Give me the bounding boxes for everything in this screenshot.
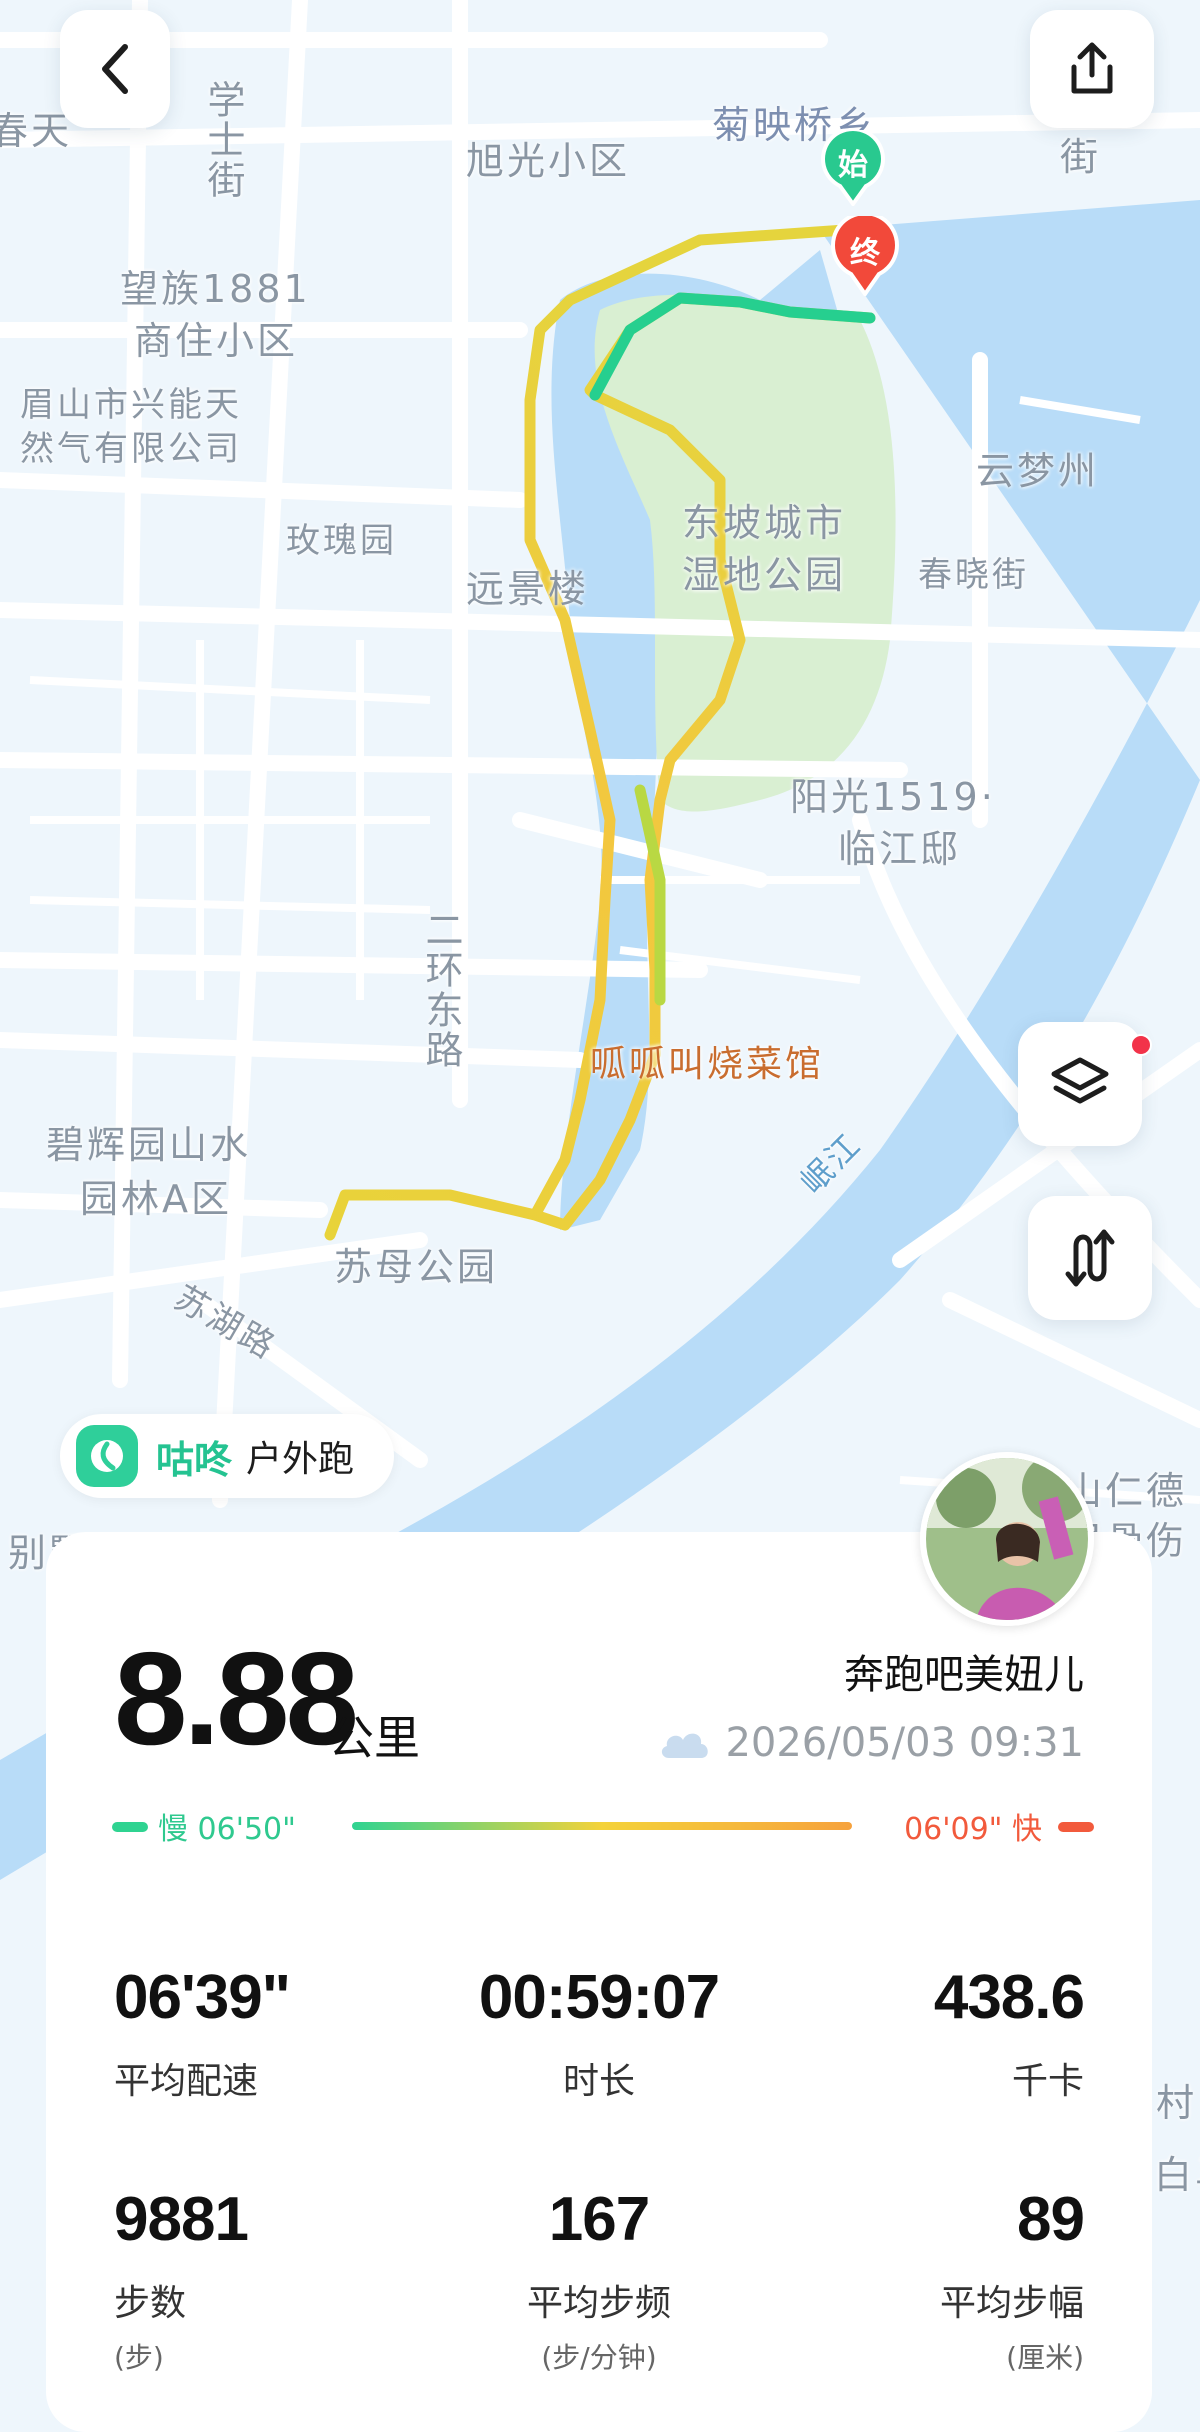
brand-name: 咕咚 — [156, 1437, 233, 1482]
stat-cadence: 167 平均步频 (步/分钟) — [449, 2184, 749, 2376]
map-label: 商住小区 — [134, 319, 299, 363]
map-label: 临江邸 — [838, 827, 962, 871]
map-label: 春天 — [0, 109, 73, 153]
pace-slow-label: 慢 06'50" — [158, 1812, 296, 1847]
distance-value: 8.88 — [114, 1625, 359, 1772]
map-label: 村 — [1156, 2081, 1198, 2125]
stat-value: 9881 — [114, 2185, 249, 2254]
datetime: 2026/05/03 09:31 — [725, 1720, 1084, 1766]
stat-label: 千卡 — [1011, 2061, 1084, 2102]
stat-value: 438.6 — [933, 1963, 1085, 2032]
map-label: 二环东路 — [419, 910, 463, 1070]
brand-badge: 咕咚 户外跑 — [60, 1414, 395, 1498]
map-label: 玫瑰园 — [286, 521, 397, 561]
activity-type: 户外跑 — [246, 1439, 355, 1480]
stat-value: 167 — [548, 2185, 650, 2254]
stat-stride: 89 平均步幅 (厘米) — [784, 2184, 1085, 2376]
distance-unit: 公里 — [328, 1711, 420, 1765]
stat-steps: 9881 步数 (步) — [114, 2184, 414, 2376]
stat-label: 步数 — [114, 2283, 187, 2324]
share-button[interactable] — [1030, 10, 1154, 128]
map-label: 然气有限公司 — [20, 429, 242, 469]
stat-unit: (步/分钟) — [541, 2341, 657, 2374]
map-label: 旭光小区 — [466, 139, 631, 183]
date-row: 2026/05/03 09:31 — [655, 1720, 1084, 1766]
stat-value: 00:59:07 — [478, 1963, 720, 2032]
map-label: 云梦州 — [976, 449, 1100, 493]
back-button[interactable] — [60, 10, 170, 128]
route-icon — [1065, 1229, 1115, 1287]
notification-dot — [1130, 1034, 1152, 1056]
map-label: 东坡城市 — [682, 501, 847, 545]
start-marker: 始 — [820, 126, 886, 208]
codoon-logo-icon — [76, 1425, 138, 1487]
map-label: 春晓街 — [918, 555, 1029, 595]
user-name: 奔跑吧美妞儿 — [844, 1652, 1084, 1698]
map-label: 眉山市兴能天 — [20, 385, 242, 425]
stat-label: 平均配速 — [114, 2061, 259, 2102]
pace-fast-label: 06'09" 快 — [904, 1812, 1042, 1847]
avatar[interactable] — [920, 1452, 1094, 1626]
start-marker-label: 始 — [838, 148, 868, 183]
map-label: 湿地公园 — [682, 553, 847, 597]
stat-label: 平均步幅 — [939, 2283, 1084, 2324]
map-label: 呱呱叫烧菜馆 — [590, 1044, 825, 1085]
map-label: 望族1881 — [120, 267, 311, 311]
layers-icon — [1051, 1057, 1109, 1104]
end-marker-label: 终 — [850, 236, 880, 271]
share-icon — [1071, 42, 1113, 94]
stat-unit: (厘米) — [1006, 2341, 1084, 2374]
map-label: 园林A区 — [80, 1177, 232, 1221]
summary-card: 8.88 公里 奔跑吧美妞儿 2026/05/03 09:31 慢 06'50"… — [46, 1532, 1152, 2432]
stat-avg-pace: 06'39" 平均配速 — [114, 1962, 414, 2104]
map-label: 街 — [1060, 135, 1102, 179]
map-label: 白马 — [1154, 2153, 1200, 2197]
stat-unit: (步) — [114, 2341, 164, 2374]
stat-label: 平均步频 — [526, 2283, 671, 2324]
map-label: 苏母公园 — [334, 1245, 499, 1289]
chevron-left-icon — [102, 44, 128, 94]
cloud-icon — [662, 1733, 709, 1758]
stat-value: 06'39" — [114, 1963, 291, 2032]
stat-label: 时长 — [562, 2061, 635, 2102]
map-label: 学士街 — [201, 80, 245, 200]
route-replay-button[interactable] — [1028, 1196, 1152, 1320]
layers-button[interactable] — [1018, 1022, 1142, 1146]
end-marker: 终 — [830, 211, 900, 298]
stat-duration: 00:59:07 时长 — [449, 1962, 749, 2104]
map-label: 阳光1519· — [790, 775, 996, 819]
map-label: 远景楼 — [466, 567, 590, 611]
map-label: 碧辉园山水 — [46, 1123, 252, 1167]
stat-calories: 438.6 千卡 — [784, 1962, 1085, 2104]
stat-value: 89 — [1017, 2185, 1085, 2254]
